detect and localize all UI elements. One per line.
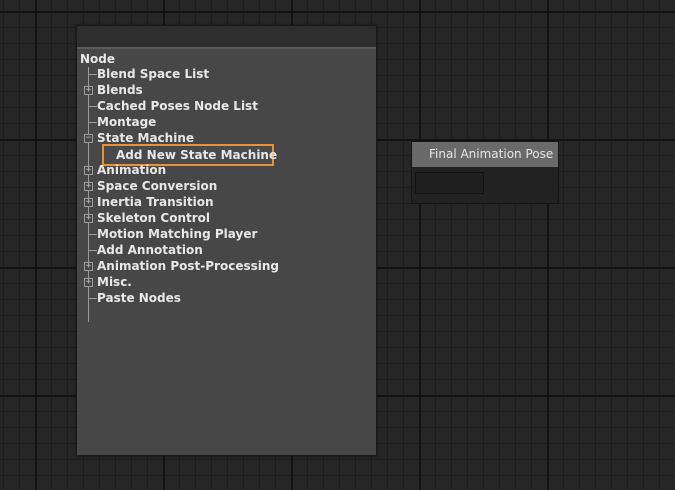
expand-plus-icon[interactable]: + [84,198,93,207]
expand-plus-icon[interactable]: + [84,262,93,271]
menu-item-label: Blend Space List [97,67,210,81]
collapse-minus-icon[interactable]: − [84,134,93,143]
node-title: Final Animation Pose [412,142,558,167]
menu-header-bar [77,26,376,49]
tree-branch-line [88,298,97,299]
menu-item-label: Add New State Machine [116,148,278,162]
expand-plus-icon[interactable]: + [84,166,93,175]
final-animation-pose-node[interactable]: Final Animation Pose [411,141,559,204]
menu-item-misc[interactable]: + Misc. [77,274,376,290]
expand-plus-icon[interactable]: + [84,214,93,223]
expand-plus-icon[interactable]: + [84,86,93,95]
menu-item-skeleton-control[interactable]: + Skeleton Control [77,210,376,226]
menu-item-label: Animation Post-Processing [97,259,279,273]
menu-item-motion-matching-player[interactable]: Motion Matching Player [77,226,376,242]
menu-item-label: Blends [97,83,143,97]
expand-plus-icon[interactable]: + [84,182,93,191]
tree-branch-line [88,106,97,107]
tree-branch-line [88,234,97,235]
menu-item-animation-post-processing[interactable]: + Animation Post-Processing [77,258,376,274]
menu-item-animation[interactable]: + Animation [77,162,376,178]
tree-branch-line [88,122,97,123]
menu-item-cached-poses[interactable]: Cached Poses Node List [77,98,376,114]
menu-item-blend-space-list[interactable]: Blend Space List [77,66,376,82]
menu-item-label: Montage [97,115,157,129]
expand-plus-icon[interactable]: + [84,278,93,287]
menu-item-inertia-transition[interactable]: + Inertia Transition [77,194,376,210]
menu-item-label: Add Annotation [97,243,203,257]
menu-item-label: Cached Poses Node List [97,99,258,113]
menu-item-blends[interactable]: + Blends [77,82,376,98]
result-pin-box[interactable] [415,172,484,194]
menu-item-label: Inertia Transition [97,195,214,209]
tree-branch-line [88,250,97,251]
tree-branch-line [88,74,97,75]
menu-item-label: Motion Matching Player [97,227,258,241]
menu-item-space-conversion[interactable]: + Space Conversion [77,178,376,194]
menu-item-label: Skeleton Control [97,211,210,225]
menu-item-label: Misc. [97,275,132,289]
menu-item-paste-nodes[interactable]: Paste Nodes [77,290,376,306]
menu-item-label: Paste Nodes [97,291,181,305]
menu-item-label: Space Conversion [97,179,218,193]
add-node-context-menu: Node Blend Space List + Blends Cached Po… [76,25,377,456]
menu-item-add-annotation[interactable]: Add Annotation [77,242,376,258]
menu-item-montage[interactable]: Montage [77,114,376,130]
tree-root-node[interactable]: Node [80,51,115,67]
menu-item-label: Animation [97,163,167,177]
